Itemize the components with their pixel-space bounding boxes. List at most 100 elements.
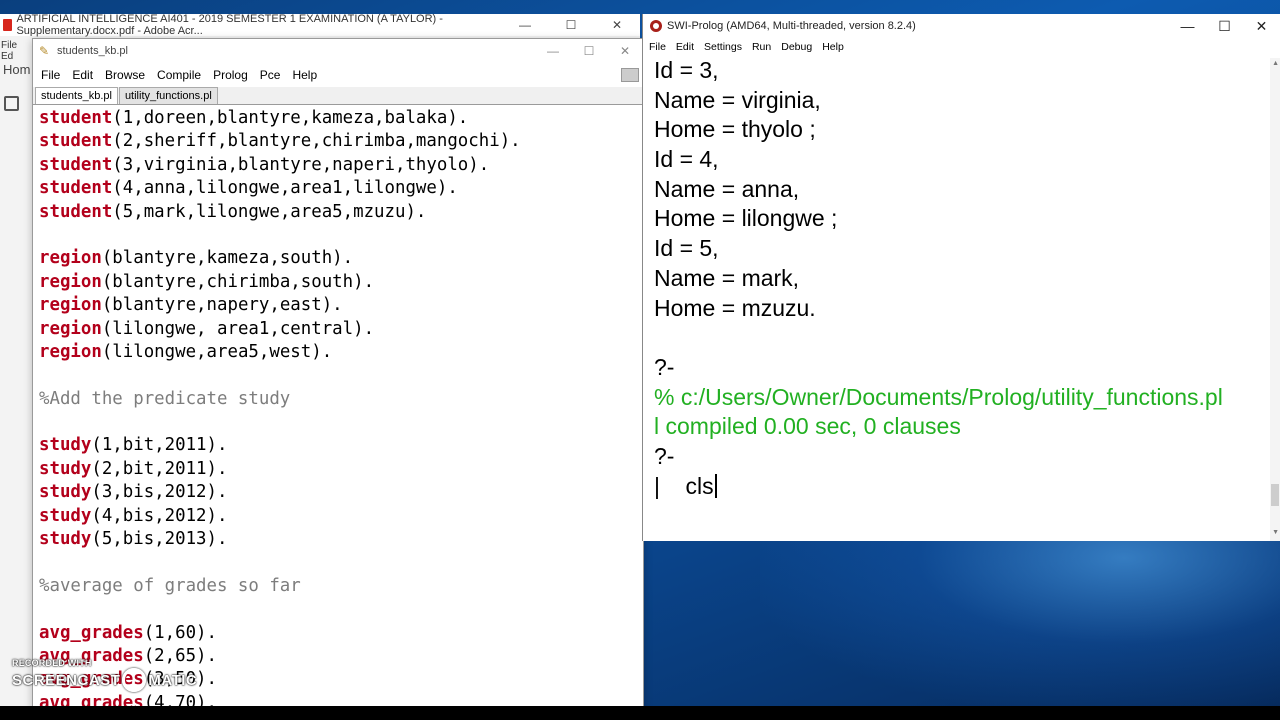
console-output-line: Id = 5, bbox=[654, 235, 719, 262]
code-arguments: (lilongwe, area1,central). bbox=[101, 318, 375, 339]
menu-browse[interactable]: Browse bbox=[99, 68, 151, 82]
console-menu-file[interactable]: File bbox=[645, 41, 672, 53]
code-predicate-name: study bbox=[39, 529, 92, 550]
code-arguments: (2,sheriff,blantyre,chirimba,mangochi). bbox=[112, 131, 521, 152]
screencast-watermark: RECORDED WITH SCREENCAST MATIC bbox=[12, 658, 197, 692]
adobe-close-button[interactable]: ✕ bbox=[594, 18, 640, 32]
console-maximize-button[interactable]: ☐ bbox=[1206, 18, 1243, 35]
pdf-icon bbox=[3, 19, 13, 31]
console-output-line: Name = mark, bbox=[654, 264, 800, 291]
code-predicate-name: region bbox=[39, 318, 102, 339]
console-output-line: ?- bbox=[654, 442, 675, 469]
console-input-line[interactable]: | cls bbox=[654, 472, 1274, 502]
code-arguments: (3,virginia,blantyre,naperi,thyolo). bbox=[112, 154, 490, 175]
code-predicate-name: study bbox=[39, 482, 92, 503]
watermark-recorded-text: RECORDED WITH bbox=[12, 658, 92, 668]
code-editor-area[interactable]: student(1,doreen,blantyre,kameza,balaka)… bbox=[39, 107, 521, 709]
code-line: region(blantyre,chirimba,south). bbox=[39, 271, 521, 294]
menu-compile[interactable]: Compile bbox=[151, 68, 207, 82]
bottom-letterbox bbox=[0, 706, 1280, 720]
console-menu-run[interactable]: Run bbox=[748, 41, 777, 53]
code-predicate-name: student bbox=[39, 178, 113, 199]
code-line: %average of grades so far bbox=[39, 575, 521, 598]
code-line: student(4,anna,lilongwe,area1,lilongwe). bbox=[39, 177, 521, 200]
console-menu-help[interactable]: Help bbox=[818, 41, 850, 53]
menu-pce[interactable]: Pce bbox=[254, 68, 287, 82]
code-predicate-name: region bbox=[39, 248, 102, 269]
desktop-light-glow bbox=[760, 520, 1280, 710]
adobe-minimize-button[interactable]: — bbox=[502, 18, 548, 32]
code-predicate-name: student bbox=[39, 154, 113, 175]
code-arguments: (1,doreen,blantyre,kameza,balaka). bbox=[112, 108, 469, 128]
code-arguments: (1,60). bbox=[143, 622, 217, 643]
code-line: %Add the predicate study bbox=[39, 388, 521, 411]
code-arguments: (3,bis,2012). bbox=[91, 482, 228, 503]
console-output-line: Name = virginia, bbox=[654, 86, 821, 113]
console-output-line: Id = 3, bbox=[654, 57, 719, 83]
console-close-button[interactable]: ✕ bbox=[1243, 18, 1280, 35]
code-predicate-name: region bbox=[39, 295, 102, 316]
menu-file[interactable]: File bbox=[35, 68, 66, 82]
editor-maximize-button[interactable]: ☐ bbox=[571, 44, 607, 58]
code-arguments: (lilongwe,area5,west). bbox=[101, 341, 333, 362]
editor-menu-bar: File Edit Browse Compile Prolog Pce Help bbox=[33, 63, 643, 87]
swi-prolog-owl-icon bbox=[650, 20, 662, 32]
console-output-line: Home = thyolo ; bbox=[654, 116, 816, 143]
adobe-maximize-button[interactable]: ☐ bbox=[548, 18, 594, 32]
console-output-line: Name = anna, bbox=[654, 175, 800, 202]
console-scroll-thumb[interactable] bbox=[1271, 484, 1279, 506]
adobe-home-tab[interactable]: Hom bbox=[3, 62, 30, 77]
code-line: study(2,bit,2011). bbox=[39, 458, 521, 481]
console-output-line: Home = lilongwe ; bbox=[654, 205, 838, 232]
console-menu-edit[interactable]: Edit bbox=[672, 41, 700, 53]
code-line: student(5,mark,lilongwe,area5,mzuzu). bbox=[39, 201, 521, 224]
code-comment: %Add the predicate study bbox=[39, 388, 291, 409]
console-menu-settings[interactable]: Settings bbox=[700, 41, 748, 53]
adobe-window-title: ARTIFICIAL INTELLIGENCE AI401 - 2019 SEM… bbox=[16, 13, 443, 37]
menu-prolog[interactable]: Prolog bbox=[207, 68, 254, 82]
console-compile-message: % c:/Users/Owner/Documents/Prolog/utilit… bbox=[654, 383, 1223, 410]
console-minimize-button[interactable]: — bbox=[1169, 18, 1206, 35]
text-cursor bbox=[714, 473, 717, 498]
code-arguments: (blantyre,napery,east). bbox=[101, 295, 343, 316]
console-output-line: ?- bbox=[654, 353, 675, 380]
editor-title-bar: ✎ students_kb.pl — ☐ ✕ bbox=[33, 39, 643, 63]
code-arguments: (2,bit,2011). bbox=[91, 458, 228, 479]
scroll-up-arrow-icon[interactable]: ▲ bbox=[1272, 60, 1279, 67]
feather-icon: ✎ bbox=[39, 44, 50, 58]
console-output-line: Id = 4, bbox=[654, 146, 719, 173]
scroll-down-arrow-icon[interactable]: ▼ bbox=[1272, 529, 1279, 536]
tab-utility-functions[interactable]: utility_functions.pl bbox=[118, 87, 218, 104]
editor-minimize-button[interactable]: — bbox=[535, 44, 571, 58]
console-output[interactable]: Id = 3, Name = virginia, Home = thyolo ; Id… bbox=[654, 56, 1274, 501]
console-menu-bar: File Edit Settings Run Debug Help bbox=[643, 38, 1280, 56]
save-icon[interactable] bbox=[4, 96, 19, 111]
code-arguments: (blantyre,kameza,south). bbox=[101, 248, 354, 269]
code-predicate-name: study bbox=[39, 458, 92, 479]
editor-close-button[interactable]: ✕ bbox=[607, 44, 643, 58]
menu-help[interactable]: Help bbox=[286, 68, 323, 82]
adobe-menu-partial[interactable]: File Ed bbox=[1, 40, 32, 62]
menu-edit[interactable]: Edit bbox=[66, 68, 99, 82]
code-arguments: (5,bis,2013). bbox=[91, 529, 228, 550]
code-arguments: (5,mark,lilongwe,area5,mzuzu). bbox=[112, 201, 427, 222]
code-predicate-name: student bbox=[39, 131, 113, 152]
code-comment: %average of grades so far bbox=[39, 575, 301, 596]
toolbar-icon[interactable] bbox=[621, 68, 639, 82]
tab-students-kb[interactable]: students_kb.pl bbox=[35, 87, 118, 104]
console-title-bar: SWI-Prolog (AMD64, Multi-threaded, versi… bbox=[643, 14, 1280, 38]
console-scrollbar[interactable] bbox=[1270, 58, 1280, 541]
console-input-value[interactable]: cls bbox=[686, 473, 714, 499]
code-predicate-name: avg_grades bbox=[39, 622, 144, 643]
adobe-side-strip: File Ed Hom bbox=[0, 36, 32, 716]
code-line: student(1,doreen,blantyre,kameza,balaka)… bbox=[39, 107, 521, 130]
code-predicate-name: study bbox=[39, 435, 92, 456]
code-predicate-name: student bbox=[39, 108, 113, 128]
code-line: region(blantyre,kameza,south). bbox=[39, 247, 521, 270]
console-menu-debug[interactable]: Debug bbox=[777, 41, 818, 53]
